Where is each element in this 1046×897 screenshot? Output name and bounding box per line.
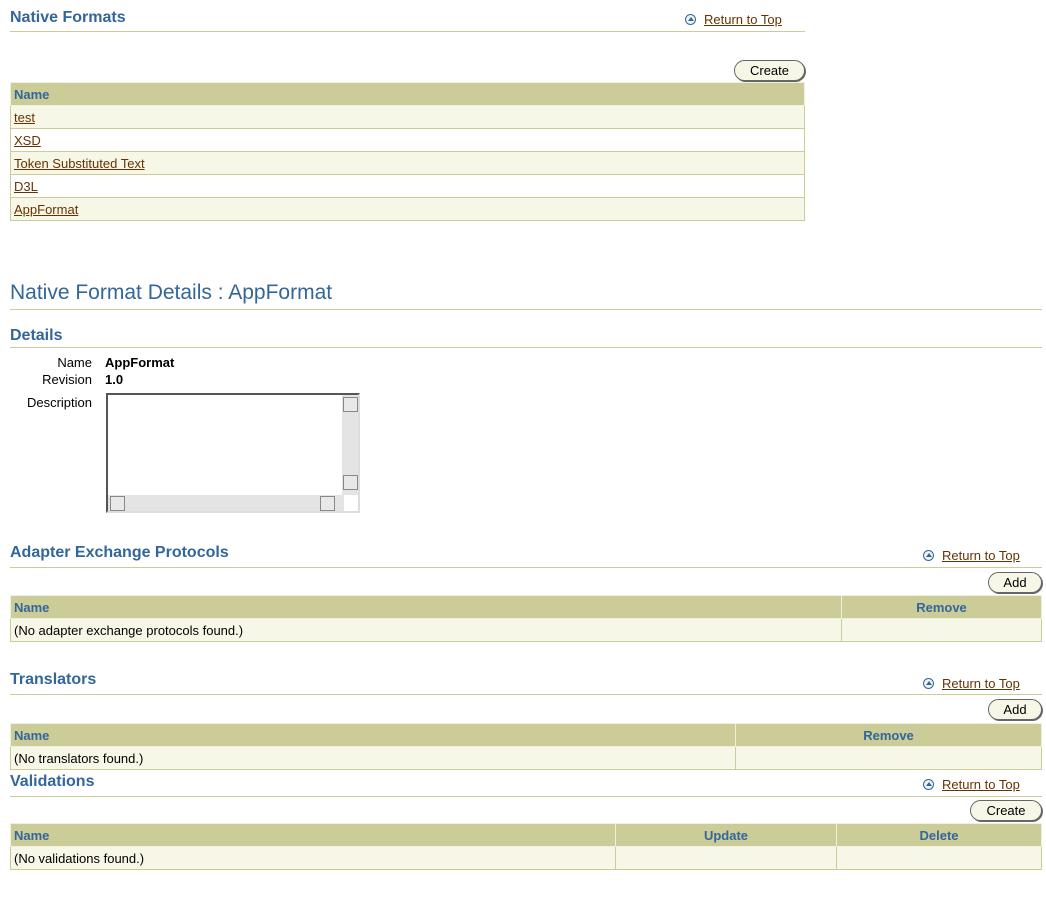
translators-title: Translators [10, 671, 97, 688]
revision-value: 1.0 [105, 372, 124, 387]
description-label: Description [26, 395, 92, 410]
return-to-top-link[interactable]: Return to Top [923, 676, 1020, 691]
column-header-name: Name [10, 595, 842, 619]
title-divider [10, 309, 1042, 310]
create-validation-button[interactable]: Create [970, 800, 1042, 821]
scroll-right-icon[interactable] [320, 496, 335, 511]
scroll-left-icon[interactable] [110, 496, 125, 511]
empty-message: (No translators found.) [10, 746, 736, 770]
name-label: Name [57, 355, 92, 370]
details-section-title: Details [10, 327, 63, 344]
return-to-top-label[interactable]: Return to Top [942, 777, 1020, 792]
column-header-name: Name [10, 823, 616, 847]
table-row: Token Substituted Text [10, 151, 805, 175]
column-header-update: Update [615, 823, 837, 847]
return-to-top-link[interactable]: Return to Top [923, 777, 1020, 792]
arrow-up-icon [923, 779, 934, 790]
table-row: (No validations found.) [10, 846, 1042, 870]
section-divider [10, 567, 1042, 568]
table-row: (No adapter exchange protocols found.) [10, 618, 1042, 642]
table-row: AppFormat [10, 197, 805, 221]
native-formats-table: Name test XSD Token Substituted Text D3L… [10, 82, 805, 221]
adapter-protocols-title: Adapter Exchange Protocols [10, 544, 229, 561]
section-divider [10, 31, 805, 32]
table-row: (No translators found.) [10, 746, 1042, 770]
scroll-up-icon[interactable] [343, 397, 358, 412]
table-row: D3L [10, 174, 805, 198]
column-header-delete: Delete [836, 823, 1042, 847]
column-header-name: Name [10, 82, 805, 106]
arrow-up-icon [923, 550, 934, 561]
add-translator-button[interactable]: Add [988, 699, 1042, 720]
return-to-top-link[interactable]: Return to Top [685, 12, 782, 27]
horizontal-scrollbar[interactable] [108, 495, 344, 511]
scroll-down-icon[interactable] [343, 475, 358, 490]
empty-message: (No adapter exchange protocols found.) [10, 618, 842, 642]
column-header-name: Name [10, 723, 736, 747]
adapter-protocols-table: Name Remove (No adapter exchange protoco… [10, 595, 1042, 642]
native-format-link-test[interactable]: test [14, 110, 35, 125]
native-format-link-appformat[interactable]: AppFormat [14, 202, 78, 217]
section-divider [10, 694, 1042, 695]
column-header-remove: Remove [735, 723, 1042, 747]
arrow-up-icon [923, 678, 934, 689]
return-to-top-label[interactable]: Return to Top [942, 676, 1020, 691]
native-formats-title: Native Formats [10, 9, 126, 26]
native-format-link-token-substituted-text[interactable]: Token Substituted Text [14, 156, 145, 171]
description-textarea[interactable] [106, 393, 360, 513]
section-divider [10, 796, 1042, 797]
arrow-up-icon [685, 14, 696, 25]
table-row: XSD [10, 128, 805, 152]
page-title: Native Format Details : AppFormat [10, 281, 333, 304]
native-format-link-xsd[interactable]: XSD [14, 133, 41, 148]
validations-table: Name Update Delete (No validations found… [10, 823, 1042, 870]
revision-label: Revision [42, 372, 92, 387]
validations-title: Validations [10, 773, 95, 790]
create-native-format-button[interactable]: Create [734, 60, 805, 81]
section-divider [10, 347, 1042, 348]
translators-table: Name Remove (No translators found.) [10, 723, 1042, 770]
table-row: test [10, 105, 805, 129]
return-to-top-label[interactable]: Return to Top [704, 12, 782, 27]
return-to-top-link[interactable]: Return to Top [923, 548, 1020, 563]
return-to-top-label[interactable]: Return to Top [942, 548, 1020, 563]
native-format-link-d3l[interactable]: D3L [14, 179, 38, 194]
empty-message: (No validations found.) [10, 846, 616, 870]
column-header-remove: Remove [841, 595, 1042, 619]
name-value: AppFormat [105, 355, 175, 370]
add-protocol-button[interactable]: Add [988, 572, 1042, 593]
